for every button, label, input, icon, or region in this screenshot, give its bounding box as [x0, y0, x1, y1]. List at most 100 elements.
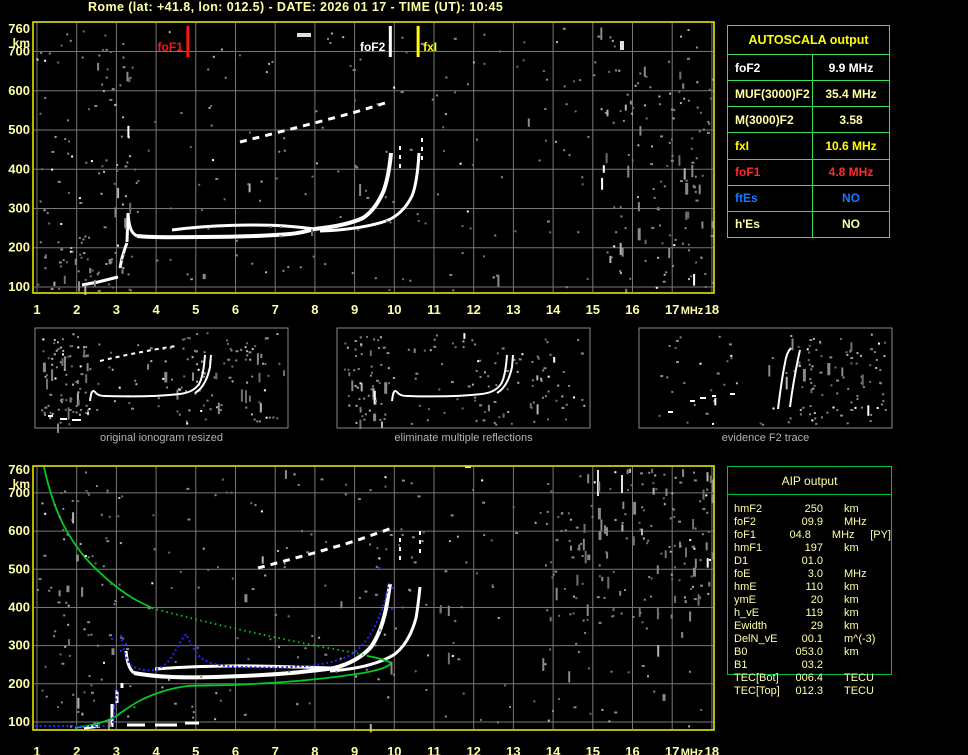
table-row-fxi: fxI 10.6 MHz — [728, 133, 889, 160]
table-row-muf3000f2: MUF(3000)F2 35.4 MHz — [728, 81, 889, 108]
axis-tick-label: 15 — [586, 302, 600, 317]
aip-row: DelN_vE 00.1 m^(-3) — [734, 633, 876, 645]
thumbnail1-caption: original ionogram resized — [100, 432, 223, 444]
top-plot-noise — [36, 27, 714, 295]
axis-tick-label: 9 — [351, 302, 358, 317]
plot-border — [32, 465, 715, 731]
axis-tick-label: 100 — [8, 279, 30, 294]
e-f1-trace-low — [81, 242, 129, 287]
aip-row: hmF2 250 km — [734, 503, 859, 515]
axis-tick-label: km — [13, 477, 30, 491]
axis-tick-label: 11 — [427, 302, 441, 317]
row-label: fxI — [728, 133, 813, 159]
aip-row: B0 053.0 km — [734, 646, 859, 658]
table-row-fof1: foF1 4.8 MHz — [728, 159, 889, 186]
foF1-marker-label: foF1 — [158, 40, 184, 54]
row-value: NO — [842, 191, 860, 206]
thumb1-bottom-echo — [48, 415, 81, 421]
axis-tick-label: 760 — [8, 462, 30, 477]
table-row-m3000f2: M(3000)F2 3.58 — [728, 107, 889, 134]
fxI-marker-label: fxI — [423, 40, 437, 54]
axis-tick-label: 18 — [705, 302, 719, 317]
axis-tick-label: 17 — [665, 302, 679, 317]
bottom-plot-axes: 1 2 3 4 5 6 7 8 9 10 11 12 13 14 15 16 17 18MHz7607006005… — [8, 462, 719, 755]
aip-output-panel: AIP output hmF2 250 km foF2 09.9 MHz foF1 04.8 M… — [727, 466, 892, 697]
axis-tick-label: 400 — [8, 599, 30, 614]
axis-tick-label: 12 — [466, 302, 480, 317]
autoscaled-trace-points — [111, 567, 394, 652]
axis-tick-label: 5 — [192, 744, 199, 755]
row-label: M(3000)F2 — [728, 107, 813, 133]
aip-row: h_vE 119 km — [734, 607, 859, 619]
thumb2-trace — [391, 354, 514, 402]
aip-row: foF1 04.8 MHz [PY] — [734, 529, 891, 541]
axis-tick-label: MHz — [681, 747, 704, 755]
top-plot-gridlines — [34, 23, 713, 292]
f-trace-extraordinary-up — [171, 223, 315, 232]
axis-tick-label: 2 — [73, 302, 80, 317]
aip-row: ymE 20 km — [734, 594, 859, 606]
row-label: ftEs — [728, 185, 813, 211]
axis-tick-label: 14 — [546, 302, 561, 317]
aip-row: foF2 09.9 MHz — [734, 516, 867, 528]
axis-tick-label: 600 — [8, 83, 30, 98]
axis-tick-label: 14 — [546, 744, 561, 755]
plot-border — [32, 21, 715, 294]
axis-tick-label: 16 — [625, 302, 639, 317]
foF2-marker-label: foF2 — [360, 40, 386, 54]
axis-tick-label: 8 — [311, 744, 318, 755]
axis-tick-label: 600 — [8, 523, 30, 538]
axis-tick-label: 10 — [387, 302, 401, 317]
row-value: 9.9 MHz — [828, 60, 874, 75]
autoscaled-trace-f-region — [120, 582, 390, 672]
bot-bottom-echo — [127, 721, 199, 727]
interference-dashes — [297, 33, 624, 50]
thumbnail-traces — [48, 345, 801, 421]
bot-second-hop — [257, 526, 393, 570]
table-row-fof2: foF2 9.9 MHz — [728, 55, 889, 82]
axis-tick-label: 1 — [33, 744, 40, 755]
aip-row: Ewidth 29 km — [734, 620, 859, 632]
electron-density-profile-dotted — [151, 607, 369, 657]
bot-f-trace-extraordinary — [154, 664, 335, 671]
aip-row: hmE 110 km — [734, 581, 859, 593]
axis-tick-label: MHz — [681, 305, 704, 317]
axis-tick-label: 760 — [8, 21, 30, 36]
table-row-ftes: ftEs NO — [728, 185, 889, 212]
bot-interference-dashes — [465, 466, 623, 496]
aip-row: foE 3.0 MHz — [734, 568, 867, 580]
aip-row: TEC[Top] 012.3 TECU — [734, 685, 874, 697]
row-value: 10.6 MHz — [825, 138, 877, 153]
aip-row: B1 03.2 — [734, 659, 823, 671]
table-row-hes: h'Es NO — [728, 211, 889, 237]
aip-row: D1 01.0 — [734, 555, 823, 567]
axis-tick-label: 4 — [152, 744, 160, 755]
thumb3-echo-bits — [668, 393, 735, 413]
aip-row: TEC[Bot] 006.4 TECU — [734, 672, 874, 684]
electron-density-profile-topside — [43, 466, 153, 609]
autoscala-output-panel: AUTOSCALA output foF2 9.9 MHz MUF(3000)F… — [727, 25, 890, 238]
row-label: h'Es — [728, 211, 813, 237]
axis-tick-label: 2 — [73, 744, 80, 755]
thumb3-f2-trace — [777, 347, 801, 410]
axis-tick-label: 7 — [272, 302, 279, 317]
frequency-markers: foF1 foF2 fxI — [158, 26, 437, 57]
axis-tick-label: 12 — [466, 744, 480, 755]
thumbnail3-caption: evidence F2 trace — [721, 432, 810, 444]
aip-row: hmF1 197 km — [734, 542, 859, 554]
row-value: NO — [842, 217, 860, 232]
aip-rows: hmF2 250 km foF2 09.9 MHz foF1 04.8 MHz [PY] hmF1 1… — [728, 495, 891, 698]
axis-tick-label: 500 — [8, 122, 30, 137]
axis-tick-label: 7 — [272, 744, 279, 755]
axis-tick-label: 18 — [705, 744, 719, 755]
axis-tick-label: km — [13, 36, 30, 50]
axis-tick-label: 11 — [427, 744, 441, 755]
axis-tick-label: 8 — [311, 302, 318, 317]
row-label: foF1 — [728, 159, 813, 185]
axis-tick-label: 400 — [8, 161, 30, 176]
bottom-plot-gridlines — [34, 467, 713, 729]
axis-tick-label: 10 — [387, 744, 401, 755]
row-value: 3.58 — [839, 112, 863, 127]
thumbnail2-border — [336, 327, 591, 429]
row-label: foF2 — [728, 55, 813, 81]
